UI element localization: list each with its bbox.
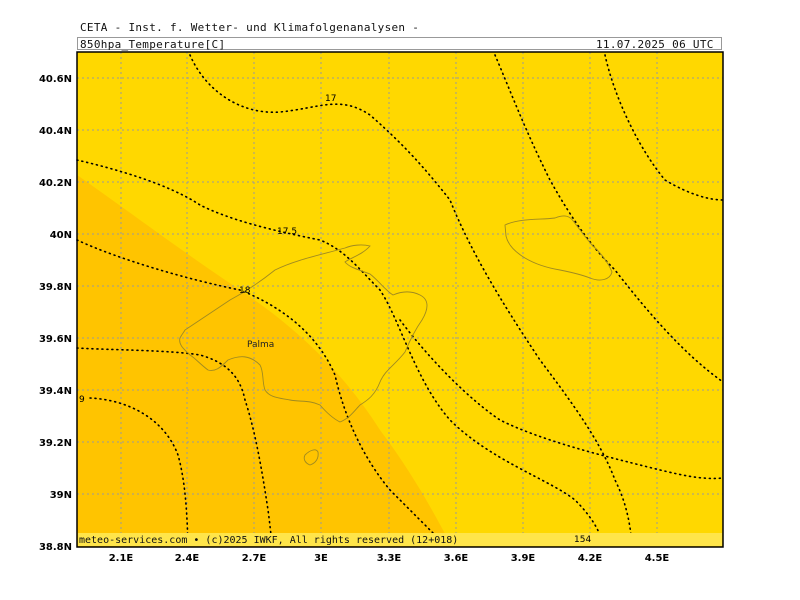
lon-tick: 3.6E [444,553,469,564]
lat-tick-labels: 40.6N 40.4N 40.2N 40N 39.8N 39.6N 39.4N … [39,74,72,553]
place-label-palma: Palma [247,340,274,350]
lon-tick: 3.3E [377,553,402,564]
contour-label-south: 154 [574,535,591,545]
contour-label-17: 17 [325,94,336,104]
footer-credit: meteo-services.com • (c)2025 IWKF, All r… [79,535,459,546]
lon-tick-labels: 2.1E 2.4E 2.7E 3E 3.3E 3.6E 3.9E 4.2E 4.… [109,553,670,564]
lon-tick: 2.1E [109,553,134,564]
lon-tick: 2.4E [175,553,200,564]
lon-tick: 3E [314,553,328,564]
lat-tick: 40.4N [39,126,72,137]
lat-tick: 39.4N [39,386,72,397]
lat-tick: 38.8N [39,542,72,553]
lon-tick: 4.2E [578,553,603,564]
contour-label-west: 9 [79,395,85,405]
lat-tick: 40.2N [39,178,72,189]
lat-tick: 39.6N [39,334,72,345]
contour-label-17-5: 17.5 [277,227,297,237]
lat-tick: 39.8N [39,282,72,293]
lat-tick: 40.6N [39,74,72,85]
weather-map: 40.6N 40.4N 40.2N 40N 39.8N 39.6N 39.4N … [39,51,724,564]
contour-label-18: 18 [239,286,251,296]
lat-tick: 39N [50,490,72,501]
lat-tick: 39.2N [39,438,72,449]
lon-tick: 3.9E [511,553,536,564]
lon-tick: 2.7E [242,553,267,564]
lat-tick: 40N [50,230,72,241]
lon-tick: 4.5E [645,553,670,564]
